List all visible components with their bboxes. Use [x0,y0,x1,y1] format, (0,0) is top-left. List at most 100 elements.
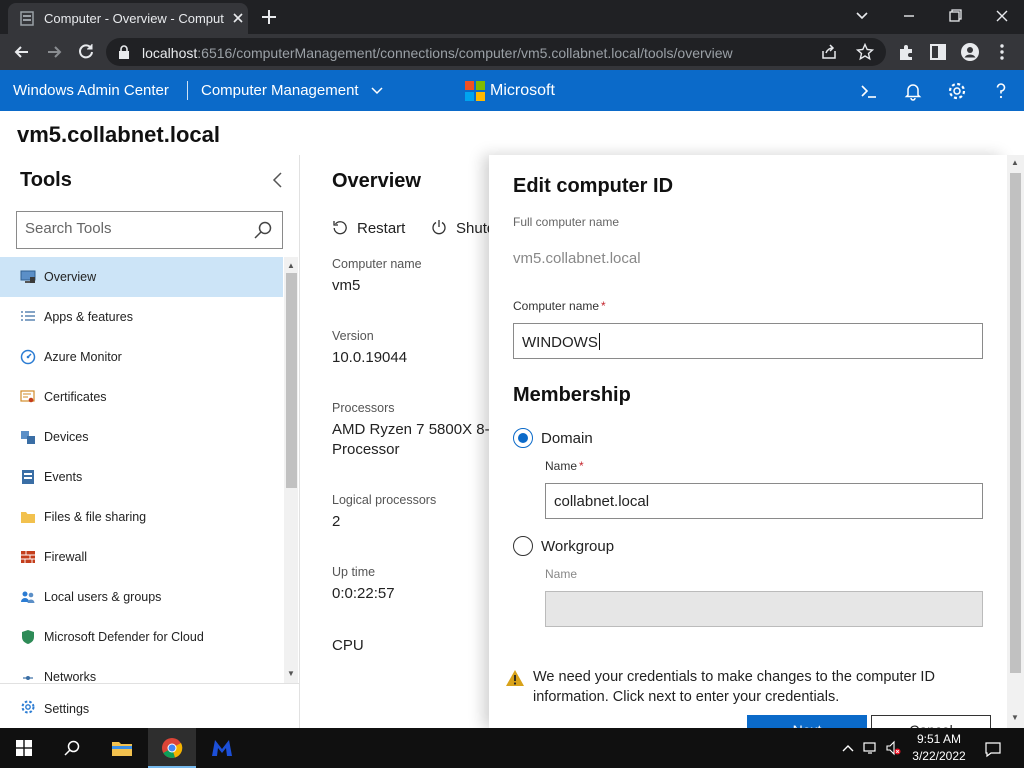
new-tab-icon[interactable] [258,6,280,28]
side-panel-icon[interactable] [928,42,948,62]
extensions-icon[interactable] [896,42,916,62]
malwarebytes-icon [212,740,232,756]
next-button[interactable]: Next [747,715,867,728]
computer-name-key: Computer name [332,257,422,271]
powershell-prompt-icon[interactable] [858,80,880,102]
app-header: Windows Admin Center Computer Management… [0,70,1024,111]
back-arrow-icon[interactable] [12,42,32,62]
bookmark-star-icon[interactable] [856,43,874,61]
search-icon [64,740,80,756]
solution-switcher[interactable]: Computer Management [201,82,383,99]
cancel-button[interactable]: Cancel [871,715,991,728]
workgroup-name-label: Name [545,567,578,581]
collapse-pane-chevron-icon[interactable] [270,171,286,189]
scroll-down-arrow-icon[interactable]: ▼ [287,669,295,678]
header-divider [187,81,188,100]
notifications-bell-icon[interactable] [902,80,924,102]
minimize-icon[interactable] [897,6,921,26]
version-key: Version [332,329,374,343]
panel-scrollbar-thumb[interactable] [1010,173,1021,673]
app-brand-link[interactable]: Windows Admin Center [13,82,169,99]
scroll-up-arrow-icon[interactable]: ▲ [1011,158,1019,167]
domain-radio[interactable] [513,428,533,448]
taskbar-file-explorer[interactable] [98,728,146,768]
cpu-heading: CPU [332,637,364,654]
shutdown-button[interactable]: Shutdown [431,218,489,238]
help-question-icon[interactable] [990,80,1012,102]
domain-name-label: Name * [545,459,584,473]
scroll-up-arrow-icon[interactable]: ▲ [287,261,295,270]
overview-heading: Overview [332,170,421,192]
tool-item-azure-monitor[interactable]: Azure Monitor [0,337,283,377]
settings-gear-icon [21,700,35,714]
tool-item-devices[interactable]: Devices [0,417,283,457]
edit-computer-id-panel: Edit computer ID Full computer name vm5.… [489,155,1007,728]
browser-tab[interactable]: Computer - Overview - Computer Managemen… [8,3,248,34]
tool-item-overview[interactable]: Overview [0,257,283,297]
start-button[interactable] [0,728,48,768]
search-icon[interactable] [253,220,273,240]
clock-date: 3/22/2022 [912,749,966,763]
windows-taskbar: 9:51 AM 3/22/2022 [0,728,1024,768]
connection-title: vm5.collabnet.local [17,122,220,147]
action-center-icon[interactable] [984,740,1002,758]
tool-item-defender[interactable]: Microsoft Defender for Cloud [0,617,283,657]
network-status-icon[interactable] [863,740,879,756]
domain-radio-label[interactable]: Domain [541,430,593,447]
panel-scrollbar[interactable]: ▲ ▼ [1007,155,1024,728]
tool-item-local-users[interactable]: Local users & groups [0,577,283,617]
computer-name-input[interactable]: WINDOWS [513,323,983,359]
settings-gear-icon[interactable] [946,80,968,102]
tools-scrollbar-thumb[interactable] [286,273,297,488]
taskbar-search-button[interactable] [48,728,96,768]
users-icon [21,591,35,603]
full-computer-name-value: vm5.collabnet.local [513,250,641,267]
power-icon [432,220,446,235]
network-icon [23,676,33,680]
workgroup-name-input [545,591,983,627]
text-cursor [598,333,600,350]
reload-icon[interactable] [76,42,96,62]
tool-item-files-sharing[interactable]: Files & file sharing [0,497,283,537]
profile-avatar-icon[interactable] [960,42,980,62]
overview-icon [20,270,36,283]
search-tools-input[interactable] [25,220,245,237]
scroll-down-arrow-icon[interactable]: ▼ [1011,713,1019,722]
workgroup-radio-label[interactable]: Workgroup [541,538,614,555]
clock-time: 9:51 AM [916,732,962,746]
show-hidden-icons-chevron-icon[interactable] [840,740,856,756]
domain-name-input[interactable]: collabnet.local [545,483,983,519]
search-tools-box[interactable] [16,211,283,249]
azure-monitor-icon [20,349,36,365]
address-bar[interactable]: localhost:6516/computerManagement/connec… [106,38,886,66]
devices-icon [21,431,35,444]
panel-title: Edit computer ID [513,175,674,197]
processors-key: Processors [332,401,395,415]
close-window-icon[interactable] [990,6,1014,26]
taskbar-clock[interactable]: 9:51 AM 3/22/2022 [906,731,972,765]
taskbar-malwarebytes[interactable] [198,728,246,768]
workgroup-radio[interactable] [513,536,533,556]
volume-muted-icon[interactable] [885,740,901,756]
microsoft-squares-icon [465,81,485,101]
tool-item-networks[interactable]: Networks [0,657,283,683]
close-tab-icon[interactable] [230,10,246,26]
restart-button[interactable]: Restart [332,218,412,238]
tool-item-firewall[interactable]: Firewall [0,537,283,577]
restore-icon[interactable] [943,6,967,26]
logical-processors-key: Logical processors [332,493,437,507]
tool-item-settings[interactable]: Settings [0,683,299,728]
computer-name-label: Computer name * [513,299,606,313]
tool-item-certificates[interactable]: Certificates [0,377,283,417]
tool-item-apps-features[interactable]: Apps & features [0,297,283,337]
microsoft-wordmark: Microsoft [490,82,555,99]
browser-menu-icon[interactable] [992,42,1012,62]
tab-search-chevron-icon[interactable] [850,6,874,26]
forward-arrow-icon[interactable] [44,42,64,62]
tool-item-events[interactable]: Events [0,457,283,497]
share-icon[interactable] [820,43,838,61]
tools-list: Overview Apps & features Azure Monitor C… [0,257,283,683]
taskbar-chrome[interactable] [148,728,196,768]
apps-icon [21,311,35,321]
uptime-value: 0:0:22:57 [332,585,395,602]
